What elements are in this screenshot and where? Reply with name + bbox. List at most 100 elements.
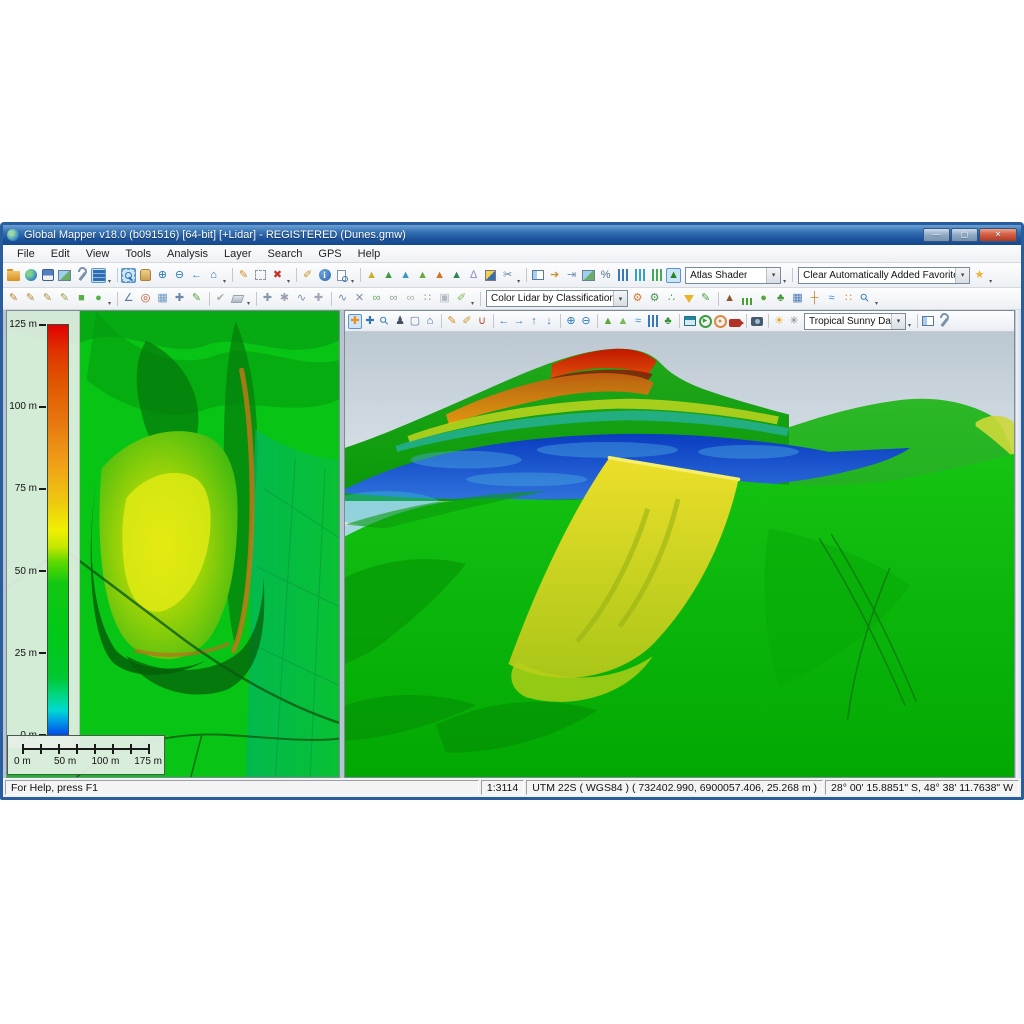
image-swipe-icon[interactable] [581,268,596,283]
classify-ground-icon[interactable]: ▲ [722,291,737,306]
copy-features-icon[interactable]: ∷ [420,291,435,306]
menu-search[interactable]: Search [260,247,311,261]
lidar-display-icon[interactable] [615,268,630,283]
split-line-icon[interactable]: ✕ [352,291,367,306]
atlas-shader-toggle-icon[interactable]: ▲ [666,268,681,283]
freehand-draw-icon[interactable]: ✐ [454,291,469,306]
insert-vertex-icon[interactable]: ✚ [260,291,275,306]
chevron-down-icon[interactable]: ▾ [955,268,969,283]
lidar-edit-points-icon[interactable]: ✎ [698,291,713,306]
shader-combo[interactable]: Atlas Shader▾ [685,267,781,284]
edit-vertices-icon[interactable]: ∿ [294,291,309,306]
menu-help[interactable]: Help [350,247,389,261]
play-fly-through-icon[interactable] [698,314,712,329]
pick-classify-icon[interactable]: ⚲ [855,288,876,309]
terrain-analysis-icon[interactable]: ▲ [381,268,396,283]
center-3d-view-icon[interactable]: ✚ [348,314,362,329]
maximize-button[interactable]: ▢ [951,228,978,242]
rotate-left-icon[interactable]: ← [497,314,511,329]
create-rectangle-icon[interactable]: ■ [74,291,89,306]
delete-vertex-icon[interactable]: ✱ [277,291,292,306]
chevron-down-icon[interactable]: ▾ [766,268,780,283]
exaggeration-up-icon[interactable]: ▲ [601,314,615,329]
move-feature-icon[interactable]: ✚ [172,291,187,306]
toolbar-overflow[interactable]: ▾ [287,278,290,285]
fly-path-icon[interactable]: ∪ [475,314,489,329]
toolbar-overflow[interactable]: ▾ [108,278,111,285]
zoom-tool-icon[interactable] [121,268,136,283]
overlay-control-center-icon[interactable] [91,268,106,283]
toolbar-overflow[interactable]: ▾ [247,300,250,307]
menu-edit[interactable]: Edit [43,247,78,261]
dock-panel-icon[interactable]: ⇥ [564,268,579,283]
lidar-extract-icon[interactable] [649,268,664,283]
sky-combo[interactable]: Tropical Sunny Day▾ [804,313,906,330]
close-button[interactable]: ✕ [979,228,1017,242]
combine-areas-icon[interactable]: ∞ [369,291,384,306]
classify-water-icon[interactable]: ≈ [824,291,839,306]
delete-feature-icon[interactable]: ✖ [270,268,285,283]
favorites-combo[interactable]: Clear Automatically Added Favorites▾ [798,267,970,284]
watershed-analysis-icon[interactable]: ▲ [398,268,413,283]
create-grid-icon[interactable]: ▦ [155,291,170,306]
toolbar-overflow[interactable]: ▾ [351,278,354,285]
lidar-auto-classify-gear-icon[interactable]: ⚙ [647,291,662,306]
view-3d-canvas[interactable] [345,332,1014,777]
sun-position-icon[interactable]: ✳ [787,314,801,329]
sun-lighting-icon[interactable]: ☀ [772,314,786,329]
measure-tool-icon[interactable]: ✐ [300,268,315,283]
confirm-edit-icon[interactable]: ✔ [213,291,228,306]
crop-tool-icon[interactable]: ✂ [500,268,515,283]
lidar-filter-icon[interactable] [632,268,647,283]
split-view-icon[interactable] [530,268,545,283]
view-shed-analysis-icon[interactable]: ▲ [415,268,430,283]
full-view-icon[interactable]: ⌂ [206,268,221,283]
rotate-right-icon[interactable]: → [512,314,526,329]
minimize-button[interactable]: — [923,228,950,242]
menu-view[interactable]: View [78,247,118,261]
lidar-filter-points-icon[interactable] [681,291,696,306]
create-area-shape-icon[interactable]: ✎ [57,291,72,306]
lidar-ground-points-icon[interactable]: ∴ [664,291,679,306]
feature-info-icon[interactable] [317,268,332,283]
terrain-shader-icon[interactable]: ▲ [364,268,379,283]
chevron-down-icon[interactable]: ▾ [613,291,627,306]
record-movie-icon[interactable] [683,314,697,329]
classify-low-vegetation-icon[interactable] [739,291,754,306]
menu-file[interactable]: File [9,247,43,261]
zoom-out-3d-icon[interactable]: ⊖ [579,314,593,329]
zoom-out-icon[interactable]: ⊖ [172,268,187,283]
previous-view-icon[interactable]: ← [189,268,204,283]
zoom-in-3d-icon[interactable]: ⊕ [564,314,578,329]
join-lines-icon[interactable]: ∿ [335,291,350,306]
digitizer-tool-icon[interactable]: ✎ [236,268,251,283]
toolbar-overflow[interactable]: ▾ [223,278,226,285]
lidar_color-combo[interactable]: Color Lidar by Classification▾ [486,290,628,307]
zoom-3d-view-icon[interactable]: ⚲ [375,311,396,332]
create-area-icon[interactable]: ✎ [40,291,55,306]
show-3d-bounding-box-icon[interactable]: ▢ [408,314,422,329]
screen-capture-icon[interactable] [750,314,764,329]
toolbar-overflow[interactable]: ▾ [783,278,786,285]
menu-tools[interactable]: Tools [117,247,159,261]
trim-features-icon[interactable]: ▣ [437,291,452,306]
raster-calculator-icon[interactable] [483,268,498,283]
create-circle-icon[interactable]: ● [91,291,106,306]
select-features-icon[interactable] [253,268,268,283]
chevron-down-icon[interactable]: ▾ [891,314,905,329]
tilt-down-icon[interactable]: ↓ [542,314,556,329]
menu-analysis[interactable]: Analysis [159,247,216,261]
lidar-3d-icon[interactable] [646,314,660,329]
reset-3d-view-icon[interactable]: ⌂ [423,314,437,329]
water-display-3d-icon[interactable]: ≈ [631,314,645,329]
draw-3d-icon[interactable]: ✎ [445,314,459,329]
vegetation-3d-icon[interactable]: ♣ [661,314,675,329]
record-fly-through-icon[interactable] [713,314,727,329]
paint-area-icon[interactable]: ✎ [189,291,204,306]
erase-edit-icon[interactable] [230,291,245,306]
walk-mode-icon[interactable]: ♟ [393,314,407,329]
favorites-star-icon[interactable]: ★ [972,268,987,283]
menu-layer[interactable]: Layer [216,247,260,261]
scrollbar[interactable] [1015,310,1021,778]
options-3d-icon[interactable] [936,314,950,329]
